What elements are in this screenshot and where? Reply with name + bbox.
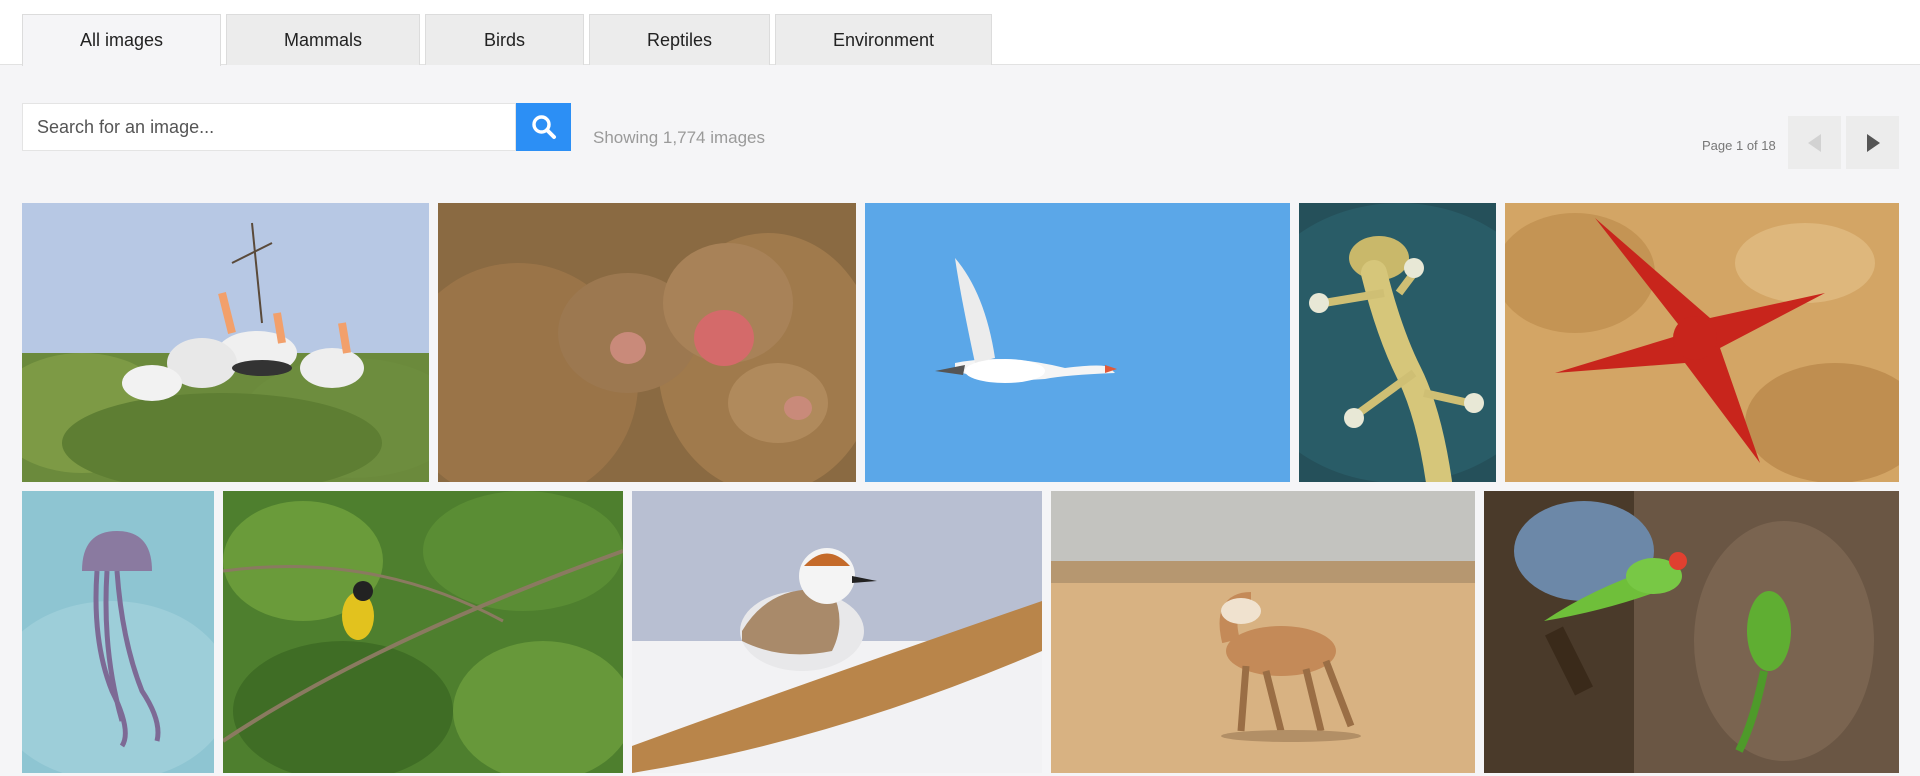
tab-birds[interactable]: Birds [425,14,584,65]
gallery-image-starfish[interactable] [1505,203,1899,482]
category-tabs-bar: All images Mammals Birds Reptiles Enviro… [0,0,1920,66]
gallery-image-storks[interactable] [22,203,429,482]
prev-page-button[interactable] [1788,116,1841,169]
chevron-right-icon [1866,133,1880,152]
results-count: Showing 1,774 images [593,128,766,147]
tab-mammals[interactable]: Mammals [226,14,420,65]
gallery-image-macaques[interactable] [438,203,856,482]
search-button[interactable] [516,103,571,151]
gallery-image-parakeets[interactable] [1484,491,1899,773]
tab-reptiles[interactable]: Reptiles [589,14,770,65]
search-icon [531,115,556,139]
gallery-image-swan[interactable] [865,203,1290,482]
page-indicator: Page 1 of 18 [1702,138,1776,153]
gallery-image-plover[interactable] [632,491,1042,773]
gallery-image-yellow-bird[interactable] [223,491,623,773]
tab-environment[interactable]: Environment [775,14,992,65]
next-page-button[interactable] [1846,116,1899,169]
chevron-left-icon [1807,133,1821,152]
tab-all-images[interactable]: All images [22,14,221,66]
gallery-image-jellyfish[interactable] [22,491,214,773]
search-input[interactable] [22,103,516,151]
gallery-image-wild-ass[interactable] [1051,491,1475,773]
gallery-image-gecko[interactable] [1299,203,1496,482]
